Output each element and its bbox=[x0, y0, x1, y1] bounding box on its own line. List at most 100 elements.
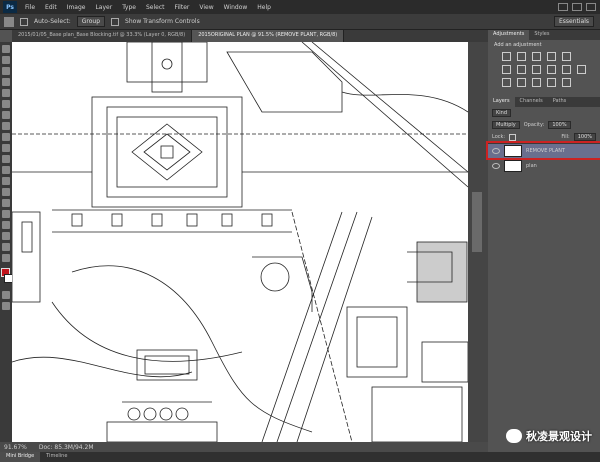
layer-kind-dropdown[interactable]: Kind bbox=[492, 109, 512, 117]
threshold-icon[interactable] bbox=[532, 78, 541, 87]
tab-channels[interactable]: Channels bbox=[515, 97, 548, 107]
auto-select-dropdown[interactable]: Group bbox=[76, 16, 106, 27]
menu-layer[interactable]: Layer bbox=[90, 4, 117, 11]
type-tool-icon[interactable] bbox=[2, 210, 10, 218]
canvas-scrollbar[interactable] bbox=[468, 42, 488, 442]
shape-tool-icon[interactable] bbox=[2, 232, 10, 240]
show-transform-checkbox[interactable] bbox=[111, 17, 120, 26]
history-brush-tool-icon[interactable] bbox=[2, 144, 10, 152]
menu-type[interactable]: Type bbox=[117, 4, 141, 11]
posterize-icon[interactable] bbox=[517, 78, 526, 87]
fill-label: Fill: bbox=[561, 134, 570, 140]
scrollbar-thumb[interactable] bbox=[472, 192, 482, 252]
channel-mixer-icon[interactable] bbox=[562, 65, 571, 74]
brush-tool-icon[interactable] bbox=[2, 122, 10, 130]
hand-tool-icon[interactable] bbox=[2, 243, 10, 251]
path-select-tool-icon[interactable] bbox=[2, 221, 10, 229]
menu-bar: Ps File Edit Image Layer Type Select Fil… bbox=[0, 0, 600, 14]
tab-layers[interactable]: Layers bbox=[488, 97, 515, 107]
blur-tool-icon[interactable] bbox=[2, 177, 10, 185]
dodge-tool-icon[interactable] bbox=[2, 188, 10, 196]
eye-icon[interactable] bbox=[492, 163, 500, 169]
layer-thumbnail bbox=[504, 160, 522, 172]
color-balance-icon[interactable] bbox=[517, 65, 526, 74]
lock-row: Lock: Fill: 100% bbox=[488, 131, 600, 143]
tab-mini-bridge[interactable]: Mini Bridge bbox=[0, 452, 41, 462]
brightness-icon[interactable] bbox=[502, 52, 511, 61]
black-white-icon[interactable] bbox=[532, 65, 541, 74]
show-transform-label: Show Transform Controls bbox=[125, 18, 200, 25]
adjustment-icons-row-2 bbox=[488, 63, 600, 76]
menu-edit[interactable]: Edit bbox=[40, 4, 62, 11]
opacity-field[interactable]: 100% bbox=[548, 121, 571, 129]
layer-name: REMOVE PLANT bbox=[526, 148, 566, 154]
quick-mask-icon[interactable] bbox=[2, 291, 10, 299]
layer-row-remove-plant[interactable]: REMOVE PLANT bbox=[486, 141, 600, 160]
window-controls bbox=[558, 3, 600, 11]
color-lookup-icon[interactable] bbox=[577, 65, 586, 74]
zoom-tool-icon[interactable] bbox=[2, 254, 10, 262]
invert-icon[interactable] bbox=[502, 78, 511, 87]
screen-mode-icon[interactable] bbox=[2, 302, 10, 310]
lasso-tool-icon[interactable] bbox=[2, 67, 10, 75]
layer-name: plan bbox=[526, 163, 537, 169]
auto-select-label: Auto-Select: bbox=[34, 18, 71, 25]
menu-file[interactable]: File bbox=[20, 4, 40, 11]
quick-select-tool-icon[interactable] bbox=[2, 78, 10, 86]
tab-timeline[interactable]: Timeline bbox=[40, 452, 73, 462]
menu-help[interactable]: Help bbox=[252, 4, 276, 11]
doc-tab-original-plan[interactable]: 2015ORIGINAL PLAN @ 91.5% (REMOVE PLANT,… bbox=[192, 30, 345, 42]
menu-window[interactable]: Window bbox=[219, 4, 253, 11]
move-tool-icon[interactable] bbox=[4, 16, 14, 27]
photoshop-logo-icon: Ps bbox=[3, 1, 17, 13]
document-canvas[interactable] bbox=[12, 42, 468, 442]
auto-select-checkbox[interactable] bbox=[20, 17, 28, 26]
exposure-icon[interactable] bbox=[547, 52, 556, 61]
menu-image[interactable]: Image bbox=[62, 4, 91, 11]
maximize-icon[interactable] bbox=[572, 3, 582, 11]
hue-saturation-icon[interactable] bbox=[502, 65, 511, 74]
menu-filter[interactable]: Filter bbox=[170, 4, 195, 11]
layer-row-plan[interactable]: plan bbox=[488, 158, 600, 173]
levels-icon[interactable] bbox=[517, 52, 526, 61]
menu-select[interactable]: Select bbox=[141, 4, 170, 11]
adjustment-icons-row-1 bbox=[488, 50, 600, 63]
menu-view[interactable]: View bbox=[194, 4, 218, 11]
eye-icon[interactable] bbox=[492, 148, 500, 154]
tab-paths[interactable]: Paths bbox=[548, 97, 572, 107]
vibrance-icon[interactable] bbox=[562, 52, 571, 61]
tab-adjustments[interactable]: Adjustments bbox=[488, 30, 530, 40]
gradient-map-icon[interactable] bbox=[547, 78, 556, 87]
blend-row: Multiply Opacity: 100% bbox=[488, 119, 600, 131]
tab-styles[interactable]: Styles bbox=[529, 30, 554, 40]
close-icon[interactable] bbox=[586, 3, 596, 11]
pen-tool-icon[interactable] bbox=[2, 199, 10, 207]
healing-brush-tool-icon[interactable] bbox=[2, 111, 10, 119]
watermark-text: 秋凌景观设计 bbox=[526, 430, 592, 443]
crop-tool-icon[interactable] bbox=[2, 89, 10, 97]
curves-icon[interactable] bbox=[532, 52, 541, 61]
layer-thumbnail bbox=[504, 145, 522, 157]
eyedropper-tool-icon[interactable] bbox=[2, 100, 10, 108]
right-panels: Adjustments Styles Add an adjustment Lay… bbox=[486, 30, 600, 452]
gradient-tool-icon[interactable] bbox=[2, 166, 10, 174]
watermark: 秋凌景观设计 bbox=[506, 428, 592, 444]
clone-stamp-tool-icon[interactable] bbox=[2, 133, 10, 141]
layer-filter-row: Kind bbox=[488, 107, 600, 119]
adjustments-label: Add an adjustment bbox=[494, 42, 542, 48]
eraser-tool-icon[interactable] bbox=[2, 155, 10, 163]
wechat-logo-icon bbox=[506, 429, 522, 443]
marquee-tool-icon[interactable] bbox=[2, 56, 10, 64]
zoom-level[interactable]: 91.67% bbox=[4, 444, 27, 451]
move-tool-icon[interactable] bbox=[2, 45, 10, 53]
layers-panel-tabs: Layers Channels Paths bbox=[488, 97, 600, 107]
fill-field[interactable]: 100% bbox=[573, 133, 596, 141]
selective-color-icon[interactable] bbox=[562, 78, 571, 87]
doc-tab-base-plan[interactable]: 2015/01/05_Base plan_Base Blocking.tif @… bbox=[12, 30, 193, 42]
adjustments-panel-tabs: Adjustments Styles bbox=[488, 30, 600, 40]
photo-filter-icon[interactable] bbox=[547, 65, 556, 74]
lock-icon[interactable] bbox=[509, 133, 517, 141]
blend-mode-dropdown[interactable]: Multiply bbox=[492, 121, 520, 129]
workspace-dropdown[interactable]: Essentials bbox=[553, 16, 594, 27]
minimize-icon[interactable] bbox=[558, 3, 568, 11]
